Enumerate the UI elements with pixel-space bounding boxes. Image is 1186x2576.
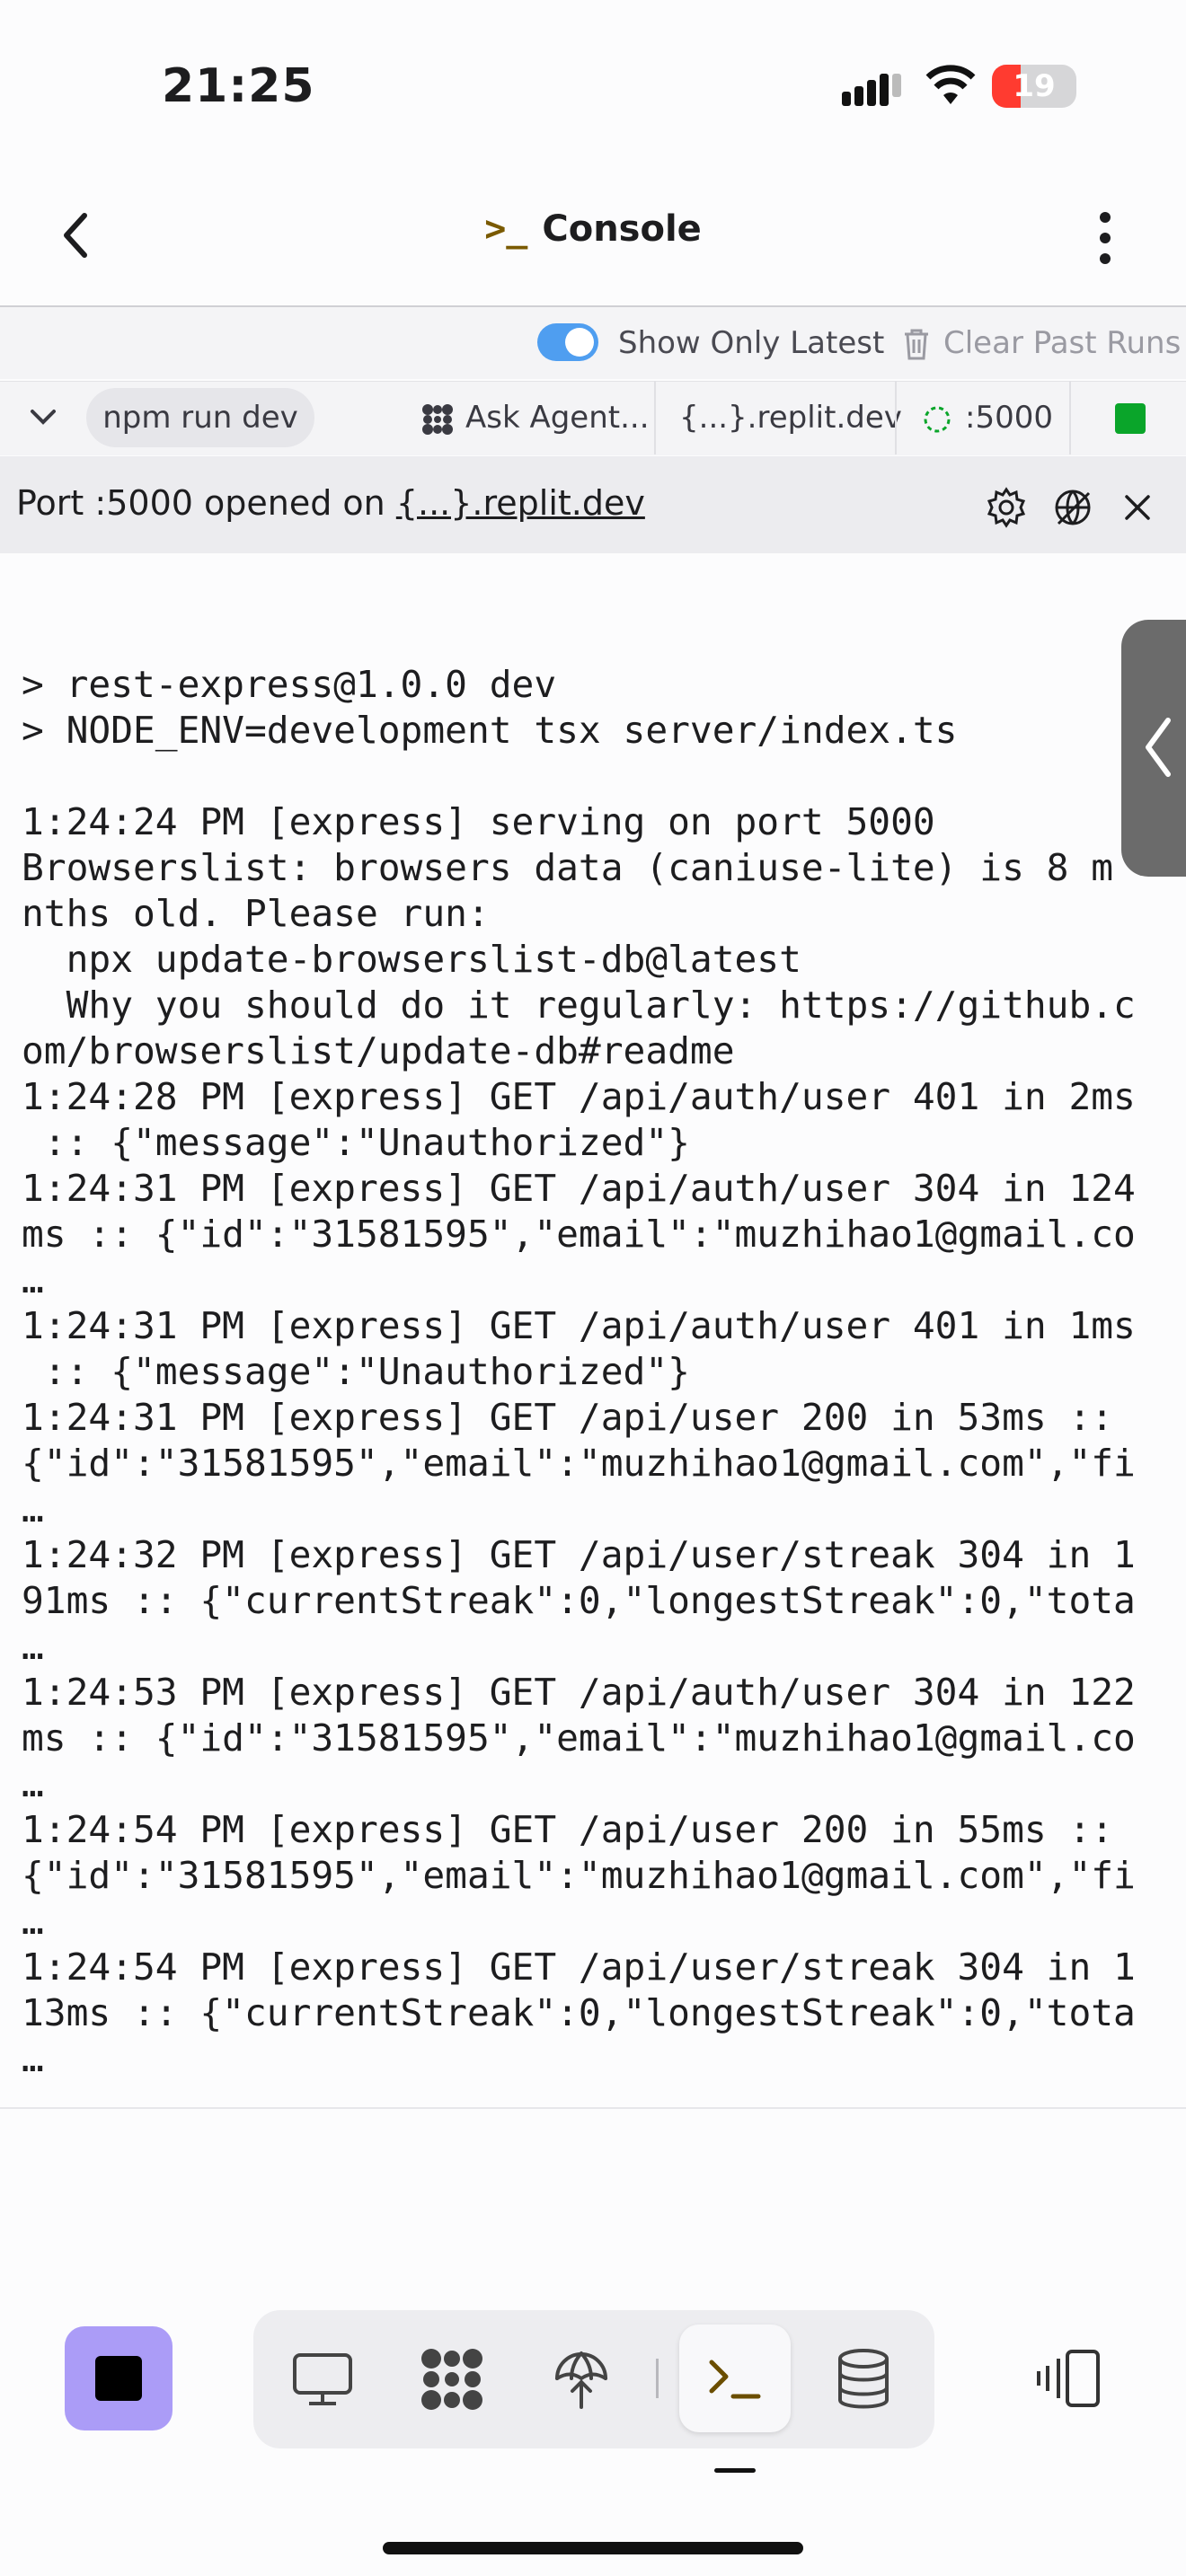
agent-icon[interactable] — [419, 2346, 485, 2413]
toolbar-divider — [656, 2359, 659, 2398]
console-line: 1:24:32 PM [express] GET /api/user/strea… — [22, 1533, 1136, 1576]
console-line: {"id":"31581595","email":"muzhihao1@gmai… — [22, 1442, 1136, 1485]
split-view-icon[interactable] — [1033, 2344, 1103, 2413]
console-line: 1:24:31 PM [express] GET /api/auth/user … — [22, 1167, 1136, 1210]
console-line: 91ms :: {"currentStreak":0,"longestStrea… — [22, 1579, 1136, 1622]
tab-replit-domain[interactable]: {...}.replit.dev — [679, 381, 902, 454]
running-status-icon[interactable] — [1115, 403, 1146, 434]
console-line: 13ms :: {"currentStreak":0,"longestStrea… — [22, 1991, 1136, 2034]
console-line: om/browserslist/update-db#readme — [22, 1029, 735, 1072]
console-line: 1:24:31 PM [express] GET /api/auth/user … — [22, 1304, 1136, 1347]
console-line: 1:24:31 PM [express] GET /api/user 200 i… — [22, 1396, 1114, 1439]
console-icon[interactable] — [703, 2346, 769, 2413]
database-icon[interactable] — [830, 2346, 897, 2413]
page-title-text: Console — [542, 208, 702, 250]
show-only-latest-toggle[interactable] — [537, 323, 598, 361]
side-panel-handle[interactable] — [1121, 620, 1186, 877]
console-line: 1:24:54 PM [express] GET /api/user/strea… — [22, 1945, 1136, 1989]
port-banner-text: Port :5000 opened on {...}.replit.dev — [16, 483, 645, 523]
page-title: >_ Console — [0, 208, 1186, 250]
console-line: 1:24:28 PM [express] GET /api/auth/user … — [22, 1075, 1136, 1118]
console-line: :: {"message":"Unauthorized"} — [22, 1350, 690, 1393]
port-banner-prefix: Port :5000 opened on — [16, 483, 396, 523]
close-icon[interactable] — [1121, 491, 1154, 524]
gear-icon[interactable] — [985, 486, 1028, 529]
status-time: 21:25 — [162, 59, 315, 113]
console-line: > rest-express@1.0.0 dev — [22, 663, 557, 706]
tab-divider — [654, 381, 656, 454]
console-line: 1:24:53 PM [express] GET /api/auth/user … — [22, 1671, 1136, 1714]
console-line: … — [22, 1762, 44, 1805]
wifi-icon — [925, 65, 976, 104]
battery-indicator: 19 — [992, 65, 1076, 108]
stop-button[interactable] — [65, 2326, 173, 2430]
active-tab-indicator — [714, 2468, 756, 2473]
tab-divider — [1069, 381, 1071, 454]
console-line: > NODE_ENV=development tsx server/index.… — [22, 709, 958, 752]
more-options-icon[interactable] — [1087, 207, 1123, 269]
console-line: Why you should do it regularly: https://… — [22, 984, 1136, 1027]
clear-past-runs-button[interactable]: Clear Past Runs — [943, 325, 1181, 361]
chevron-down-icon[interactable] — [27, 401, 59, 433]
console-line: … — [22, 1900, 44, 1943]
port-status-icon — [924, 406, 951, 433]
chevron-left-icon — [1146, 718, 1171, 777]
console-line: ms :: {"id":"31581595","email":"muzhihao… — [22, 1213, 1136, 1256]
console-line: … — [22, 2037, 44, 2080]
trash-icon[interactable] — [902, 327, 931, 361]
monitor-icon[interactable] — [289, 2346, 356, 2413]
tab-divider — [895, 381, 897, 454]
console-line: {"id":"31581595","email":"muzhihao1@gmai… — [22, 1854, 1136, 1897]
console-line: npx update-browserslist-db@latest — [22, 938, 801, 981]
console-output: > rest-express@1.0.0 dev > NODE_ENV=devel… — [22, 616, 1181, 2082]
console-end-divider — [0, 2107, 1186, 2109]
console-line: … — [22, 1258, 44, 1301]
console-line: … — [22, 1487, 44, 1531]
cellular-signal-icon — [842, 74, 901, 106]
battery-level: 19 — [1013, 68, 1056, 104]
tab-ask-agent[interactable]: Ask Agent... — [465, 381, 650, 454]
console-line: Browserslist: browsers data (caniuse-lit… — [22, 846, 1114, 889]
console-line: :: {"message":"Unauthorized"} — [22, 1121, 690, 1164]
console-title-icon: >_ — [484, 208, 528, 250]
console-line: 1:24:24 PM [express] serving on port 500… — [22, 800, 935, 843]
console-line: ms :: {"id":"31581595","email":"muzhihao… — [22, 1716, 1136, 1760]
show-only-latest-label: Show Only Latest — [618, 325, 885, 361]
console-line: … — [22, 1625, 44, 1668]
deploy-icon[interactable] — [548, 2346, 615, 2413]
tab-port[interactable]: :5000 — [965, 381, 1053, 454]
port-banner-link[interactable]: {...}.replit.dev — [396, 483, 645, 523]
home-indicator — [383, 2542, 803, 2554]
console-line: nths old. Please run: — [22, 892, 490, 935]
console-line: 1:24:54 PM [express] GET /api/user 200 i… — [22, 1808, 1114, 1851]
agent-icon — [422, 404, 453, 435]
preview-hidden-icon[interactable] — [1051, 486, 1094, 529]
stop-icon — [95, 2356, 142, 2401]
run-command-chip[interactable]: npm run dev — [86, 388, 314, 447]
